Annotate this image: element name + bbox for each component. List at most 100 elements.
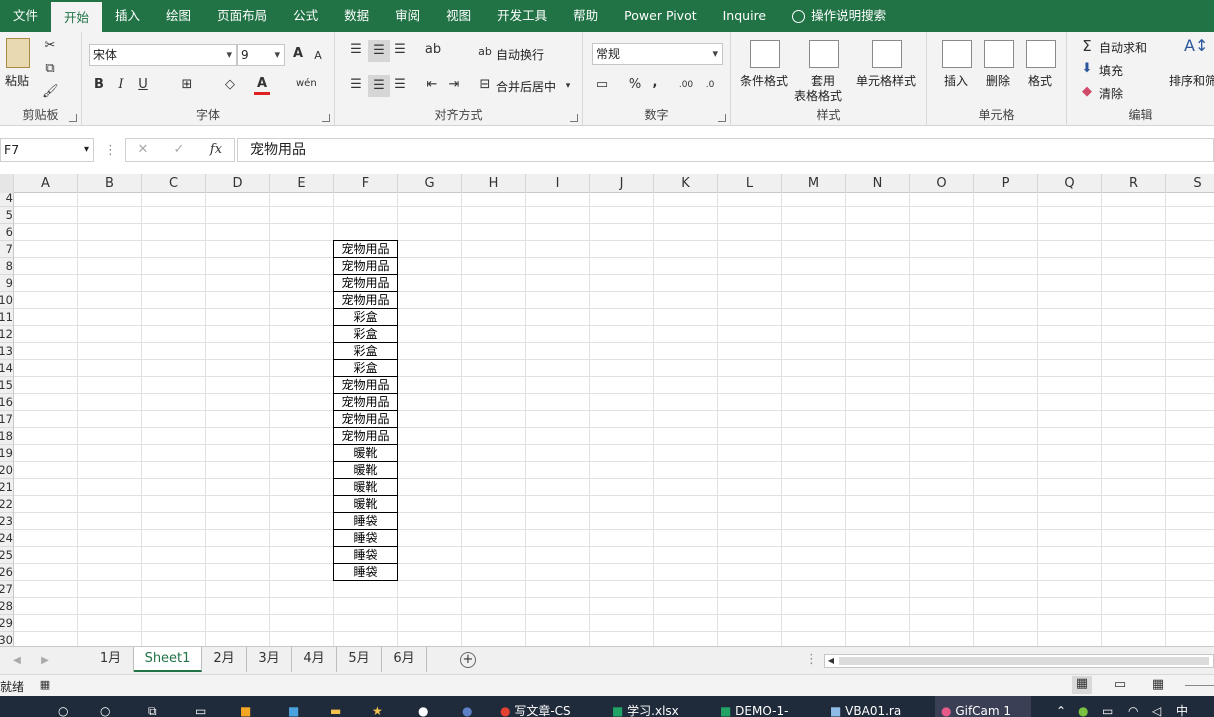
tab-help[interactable]: 帮助 — [560, 0, 611, 32]
comma-button[interactable]: , — [650, 75, 660, 91]
enter-icon[interactable]: ✓ — [172, 142, 186, 158]
row-header[interactable]: 28 — [0, 598, 13, 615]
shrink-font-icon[interactable]: A — [311, 48, 325, 64]
tab-page-layout[interactable]: 页面布局 — [204, 0, 280, 32]
font-family-select[interactable]: 宋体 ▾ — [89, 44, 237, 66]
delete-cells-button[interactable]: 删除 — [986, 72, 1010, 89]
row-header[interactable]: 23 — [0, 513, 13, 530]
fill-color-icon[interactable]: ◇ — [222, 77, 238, 93]
row-header[interactable]: 5 — [0, 207, 13, 224]
column-header-l[interactable]: L — [718, 174, 782, 193]
align-left-icon[interactable]: ☰ — [347, 77, 365, 93]
folder-icon[interactable]: ▬ — [330, 696, 341, 717]
column-header-f[interactable]: F — [334, 174, 398, 193]
row-header[interactable]: 9 — [0, 275, 13, 292]
page-break-view-icon[interactable]: ▦ — [1150, 677, 1166, 693]
cell-f14[interactable]: 彩盒 — [333, 359, 398, 377]
more-options-icon[interactable]: ⋮ — [104, 143, 117, 159]
cell-f21[interactable]: 暖靴 — [333, 478, 398, 496]
volume-icon[interactable]: ◁ — [1152, 696, 1161, 717]
tray-chevron-icon[interactable]: ⌃ — [1056, 696, 1066, 717]
cortana-icon[interactable]: ○ — [100, 696, 110, 717]
merge-center-button[interactable]: 合并后居中 — [496, 78, 556, 95]
row-header[interactable]: 26 — [0, 564, 13, 581]
sort-filter-button[interactable]: 排序和筛 — [1169, 72, 1214, 89]
taskbar-item-excel2[interactable]: ■ DEMO-1- — [720, 696, 788, 717]
select-all-button[interactable] — [0, 174, 14, 193]
align-bottom-icon[interactable]: ☰ — [391, 42, 409, 58]
sheet-tab[interactable]: Sheet1 — [134, 647, 202, 672]
column-header-o[interactable]: O — [910, 174, 974, 193]
tab-formulas[interactable]: 公式 — [280, 0, 331, 32]
align-top-icon[interactable]: ☰ — [347, 42, 365, 58]
format-painter-icon[interactable]: 🖌 — [42, 84, 59, 100]
row-header[interactable]: 7 — [0, 241, 13, 258]
underline-button[interactable]: U — [136, 77, 150, 93]
font-size-select[interactable]: 9 ▾ — [237, 44, 285, 66]
column-header-b[interactable]: B — [78, 174, 142, 193]
column-header-q[interactable]: Q — [1038, 174, 1102, 193]
cell-f8[interactable]: 宠物用品 — [333, 257, 398, 275]
sheet-tab[interactable]: 6月 — [382, 647, 427, 672]
paste-button[interactable]: 粘贴 — [5, 72, 29, 89]
r-app-icon[interactable]: ● — [462, 696, 472, 717]
column-header-m[interactable]: M — [782, 174, 846, 193]
column-header-s[interactable]: S — [1166, 174, 1214, 193]
row-header[interactable]: 11 — [0, 309, 13, 326]
page-layout-view-icon[interactable]: ▭ — [1112, 677, 1128, 693]
fill-button[interactable]: 填充 — [1099, 62, 1123, 79]
grow-font-icon[interactable]: A — [290, 46, 306, 62]
ime-icon[interactable]: 中 — [1176, 696, 1188, 717]
cell-f13[interactable]: 彩盒 — [333, 342, 398, 360]
row-header[interactable]: 6 — [0, 224, 13, 241]
align-right-icon[interactable]: ☰ — [391, 77, 409, 93]
row-header[interactable]: 13 — [0, 343, 13, 360]
taskbar-item-gifcam[interactable]: ● GifCam 1 — [935, 696, 1031, 717]
column-header-e[interactable]: E — [270, 174, 334, 193]
column-header-r[interactable]: R — [1102, 174, 1166, 193]
cell-styles-button[interactable]: 单元格样式 — [856, 72, 916, 89]
cell-f10[interactable]: 宠物用品 — [333, 291, 398, 309]
increase-indent-icon[interactable]: ⇥ — [445, 77, 463, 93]
search-icon[interactable]: ○ — [58, 696, 68, 717]
tab-splitter-icon[interactable]: ⋮ — [805, 652, 818, 668]
row-header[interactable]: 19 — [0, 445, 13, 462]
row-header[interactable]: 16 — [0, 394, 13, 411]
cell-f18[interactable]: 宠物用品 — [333, 427, 398, 445]
row-header[interactable]: 4 — [0, 193, 13, 207]
percent-button[interactable]: % — [628, 77, 642, 93]
insert-function-icon[interactable]: fx — [208, 142, 224, 158]
cell-f7[interactable]: 宠物用品 — [333, 240, 398, 258]
taskbar-item-archive[interactable]: ■ VBA01.ra — [830, 696, 901, 717]
normal-view-icon[interactable]: ▦ — [1072, 676, 1092, 694]
tray-app-icon[interactable]: ● — [1078, 696, 1088, 717]
qq-icon[interactable]: ● — [418, 696, 428, 717]
cell-f22[interactable]: 暖靴 — [333, 495, 398, 513]
column-header-i[interactable]: I — [526, 174, 590, 193]
clear-button[interactable]: 清除 — [1099, 85, 1123, 102]
wrap-text-button[interactable]: 自动换行 — [496, 46, 544, 63]
add-sheet-icon[interactable]: + — [460, 652, 476, 668]
row-header[interactable]: 27 — [0, 581, 13, 598]
tab-file[interactable]: 文件 — [0, 0, 51, 32]
scrollbar-thumb[interactable] — [839, 657, 1209, 665]
tab-data[interactable]: 数据 — [331, 0, 382, 32]
copy-icon[interactable]: ⧉ — [42, 61, 58, 77]
cancel-icon[interactable]: ✕ — [136, 142, 150, 158]
cell-f11[interactable]: 彩盒 — [333, 308, 398, 326]
worksheet-grid[interactable]: 宠物用品 宠物用品 宠物用品 宠物用品 彩盒 彩盒 彩盒 彩盒 宠物用品 宠物用品 宠物用品 宠物用品… — [14, 193, 1214, 646]
currency-icon[interactable]: ▭ — [593, 77, 611, 93]
row-header[interactable]: 20 — [0, 462, 13, 479]
column-header-k[interactable]: K — [654, 174, 718, 193]
cell-f24[interactable]: 睡袋 — [333, 529, 398, 547]
tab-draw[interactable]: 绘图 — [153, 0, 204, 32]
sheet-tab[interactable]: 5月 — [337, 647, 382, 672]
cell-f17[interactable]: 宠物用品 — [333, 410, 398, 428]
align-center-icon[interactable]: ☰ — [368, 75, 390, 97]
tab-developer[interactable]: 开发工具 — [484, 0, 560, 32]
number-format-select[interactable]: 常规 ▾ — [592, 43, 723, 65]
task-view-icon[interactable]: ⧉ — [148, 696, 157, 717]
cut-icon[interactable]: ✂ — [42, 38, 58, 54]
name-box[interactable]: F7 ▾ — [0, 138, 94, 162]
tab-view[interactable]: 视图 — [433, 0, 484, 32]
